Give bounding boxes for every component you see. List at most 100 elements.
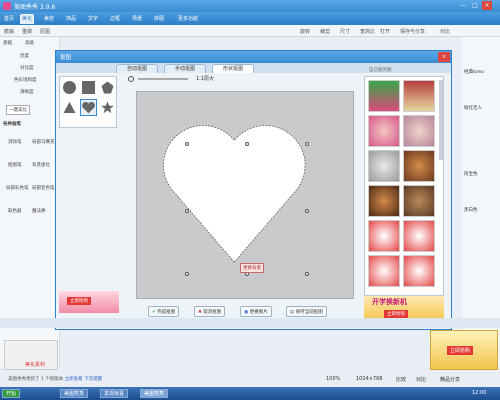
- zoom-icon: [128, 76, 134, 82]
- tab-more[interactable]: 更多功能: [176, 14, 200, 24]
- resize-handle[interactable]: [185, 142, 189, 146]
- cancel-cutout-button[interactable]: ✖ 取消抠图: [194, 306, 226, 317]
- popup-ad[interactable]: 立即抢购: [430, 330, 498, 370]
- taskbar-clock: 12:00: [472, 390, 487, 396]
- circle-shape-icon[interactable]: [63, 81, 76, 94]
- resize-button[interactable]: 尺寸: [340, 28, 350, 35]
- crop-button[interactable]: 裁剪: [320, 28, 330, 35]
- tab-beautify[interactable]: 美化: [20, 14, 35, 24]
- magic-wand-tool[interactable]: 魔法棒: [32, 208, 46, 214]
- thumbnail-image[interactable]: [403, 220, 435, 252]
- dialog-title: 抠图: [60, 55, 72, 61]
- zoom-slider[interactable]: [138, 78, 188, 80]
- triangle-shape-icon[interactable]: [63, 101, 76, 114]
- resize-handle[interactable]: [185, 272, 189, 276]
- cutout-thumbnails: 自己抠的图: [364, 68, 444, 296]
- rotate-button[interactable]: 旋转: [300, 28, 310, 35]
- notification-view-link[interactable]: 立即查看: [65, 377, 83, 382]
- minimize-button[interactable]: —: [458, 1, 468, 10]
- resize-handle[interactable]: [305, 209, 309, 213]
- compare-button[interactable]: 对比: [440, 28, 450, 35]
- window-title: 美图秀秀 3.9.6: [14, 4, 56, 11]
- effect-lomo[interactable]: 经典lomo: [464, 69, 484, 75]
- color-pen-tool[interactable]: 局部彩色笔: [6, 185, 29, 191]
- start-button[interactable]: 开始: [2, 389, 21, 398]
- tab-home[interactable]: 首页: [2, 14, 16, 24]
- notification-text: 美图秀秀更新了 1 个新版本: [8, 377, 64, 382]
- tab-scenes[interactable]: 场景: [130, 14, 144, 24]
- tab-frames[interactable]: 边框: [108, 14, 122, 24]
- pentagon-shape-icon[interactable]: [101, 81, 114, 94]
- save-share-button[interactable]: 保存与分享: [400, 28, 425, 35]
- tab-face[interactable]: 美容: [42, 14, 56, 24]
- basic-tab[interactable]: 基础: [3, 40, 12, 46]
- color-picker-tool[interactable]: 取色器: [8, 208, 22, 214]
- open-button[interactable]: 打开: [380, 28, 390, 35]
- status-contrast[interactable]: 对比: [416, 376, 426, 383]
- save-icon: ▤: [290, 310, 295, 315]
- cutout-pen-tool[interactable]: 抠图笔: [8, 162, 22, 168]
- status-share[interactable]: 精品分享: [440, 376, 460, 383]
- edit-toolbar: 撤销 重做 原图 旋转 裁剪 尺寸 宽高比 打开 保存与分享 对比: [0, 25, 500, 37]
- save-cutout-button[interactable]: ▤ 保存当前抠图: [286, 306, 327, 317]
- material-preview[interactable]: 美化素材: [4, 340, 58, 370]
- effect-abao[interactable]: 阿宝色: [464, 171, 478, 177]
- eraser-pen-tool[interactable]: 消除笔: [8, 139, 22, 145]
- thumbnail-image[interactable]: [368, 255, 400, 287]
- brushes-heading: 各种画笔: [3, 122, 21, 127]
- effect-bw[interactable]: 黑白色: [464, 207, 478, 213]
- thumbnail-image[interactable]: [368, 80, 400, 112]
- resize-handle[interactable]: [305, 272, 309, 276]
- ad-buy-button[interactable]: 立即抢购: [384, 310, 408, 318]
- tab-text[interactable]: 文字: [86, 14, 100, 24]
- resize-handle[interactable]: [185, 209, 189, 213]
- thumbnail-image[interactable]: [368, 220, 400, 252]
- tab-collage[interactable]: 拼图: [152, 14, 166, 24]
- thumbnail-image[interactable]: [368, 115, 400, 147]
- cutout-dialog: 抠图 × 自动抠图 手动抠图 形状抠图 1:1原大 更换背景 ✔ 完成抠图 ✖ …: [55, 50, 452, 330]
- cutout-canvas[interactable]: 更换背景: [136, 91, 354, 299]
- tab-shape-cutout[interactable]: 形状抠图: [212, 64, 254, 73]
- thumbnail-image[interactable]: [403, 80, 435, 112]
- popup-ad-buy-button[interactable]: 立即抢购: [447, 346, 474, 355]
- mosaic-tool[interactable]: 局部马赛克: [32, 139, 55, 145]
- change-background-tag[interactable]: 更换背景: [240, 263, 264, 273]
- thumbnails-scrollbar[interactable]: [439, 80, 443, 160]
- tab-manual-cutout[interactable]: 手动抠图: [164, 64, 206, 73]
- complete-cutout-button[interactable]: ✔ 完成抠图: [148, 306, 180, 317]
- undo-button[interactable]: 撤销: [4, 28, 14, 35]
- effect-pink[interactable]: 粉红佳人: [464, 105, 482, 111]
- ad-title: 开学换新机: [372, 298, 407, 306]
- recolor-tool[interactable]: 局部变色笔: [32, 185, 55, 191]
- thumbnail-image[interactable]: [403, 150, 435, 182]
- aspect-button[interactable]: 宽高比: [360, 28, 375, 35]
- taskbar-item[interactable]: 美图秀秀: [60, 389, 89, 398]
- heart-shape-selected[interactable]: [80, 99, 97, 116]
- taskbar-item-active[interactable]: 美图秀秀: [140, 389, 169, 398]
- square-shape-icon[interactable]: [82, 81, 95, 94]
- blur-tool[interactable]: 背景虚化: [32, 162, 50, 168]
- tab-auto-cutout[interactable]: 自动抠图: [116, 64, 158, 73]
- maximize-button[interactable]: □: [470, 1, 480, 10]
- thumbnail-image[interactable]: [368, 185, 400, 217]
- thumbnail-image[interactable]: [368, 150, 400, 182]
- left-ad-banner[interactable]: 立即抢购: [59, 291, 119, 313]
- thumbnail-image[interactable]: [403, 255, 435, 287]
- original-button[interactable]: 原图: [40, 28, 50, 35]
- tab-decorations[interactable]: 饰品: [64, 14, 78, 24]
- auto-beautify-button[interactable]: 一键美化: [6, 105, 30, 115]
- advanced-tab[interactable]: 高级: [25, 40, 34, 46]
- star-shape-icon[interactable]: [101, 101, 114, 114]
- dialog-close-button[interactable]: ×: [438, 52, 450, 62]
- change-image-button[interactable]: ▣ 更换图片: [240, 306, 272, 317]
- notification-later-link[interactable]: 下次提醒: [84, 377, 102, 382]
- left-ad-buy-button[interactable]: 立即抢购: [67, 297, 91, 305]
- resize-handle[interactable]: [245, 142, 249, 146]
- resize-handle[interactable]: [305, 142, 309, 146]
- redo-button[interactable]: 重做: [22, 28, 32, 35]
- close-button[interactable]: ×: [482, 1, 492, 10]
- status-compare[interactable]: 比较: [396, 376, 406, 383]
- thumbnail-image[interactable]: [403, 185, 435, 217]
- taskbar-item[interactable]: 发现惊喜: [100, 389, 129, 398]
- thumbnail-image[interactable]: [403, 115, 435, 147]
